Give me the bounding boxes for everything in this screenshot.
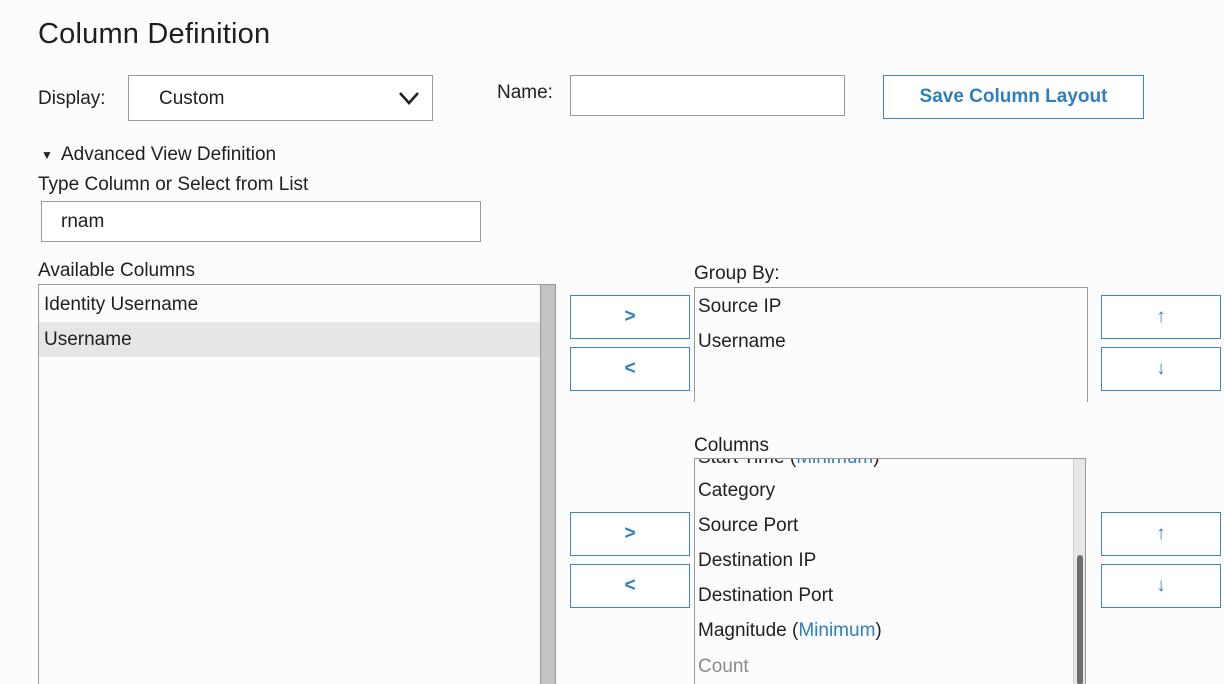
add-to-group-by-button[interactable]: > <box>570 295 690 339</box>
list-item[interactable]: Category <box>695 473 775 508</box>
available-scrollbar[interactable] <box>540 285 555 684</box>
list-item[interactable]: Username <box>695 324 786 359</box>
available-columns-list[interactable]: Identity Username Username <box>38 284 556 684</box>
list-item[interactable]: Username <box>39 322 542 357</box>
list-item[interactable]: Identity Username <box>39 287 542 322</box>
columns-list[interactable]: Start Time (Minimum) Category Source Por… <box>694 458 1086 684</box>
save-column-layout-button[interactable]: Save Column Layout <box>883 75 1144 119</box>
page-title: Column Definition <box>38 18 271 50</box>
expand-triangle-icon[interactable]: ▼ <box>41 148 53 162</box>
display-label: Display: <box>38 88 106 109</box>
list-item[interactable]: Source Port <box>695 508 798 543</box>
remove-from-columns-button[interactable]: < <box>570 564 690 608</box>
aggregate-link[interactable]: Minimum <box>796 459 873 468</box>
column-search-value: rnam <box>61 211 105 232</box>
group-by-move-up-button[interactable]: ↑ <box>1101 295 1221 339</box>
column-name: Magnitude <box>698 620 787 641</box>
column-search-input[interactable]: rnam <box>41 201 481 242</box>
group-by-move-down-button[interactable]: ↓ <box>1101 347 1221 391</box>
available-columns-label: Available Columns <box>38 260 196 281</box>
search-label: Type Column or Select from List <box>38 174 309 195</box>
list-item[interactable]: Destination Port <box>695 578 833 613</box>
list-item[interactable]: Source IP <box>695 289 781 324</box>
list-item[interactable]: Magnitude (Minimum) <box>695 613 882 648</box>
name-label: Name: <box>497 82 553 103</box>
aggregate-link[interactable]: Minimum <box>798 620 875 641</box>
column-name: Start Time <box>698 459 785 468</box>
advanced-view-toggle[interactable]: Advanced View Definition <box>61 144 276 166</box>
group-by-list[interactable]: Source IP Username <box>694 287 1088 402</box>
add-to-columns-button[interactable]: > <box>570 512 690 556</box>
list-item[interactable]: Count <box>695 649 749 684</box>
columns-move-down-button[interactable]: ↓ <box>1101 564 1221 608</box>
display-select[interactable]: Custom <box>128 75 433 121</box>
display-select-value: Custom <box>159 88 225 109</box>
group-by-label: Group By: <box>694 263 780 284</box>
remove-from-group-by-button[interactable]: < <box>570 347 690 391</box>
columns-label: Columns <box>694 435 769 456</box>
columns-move-up-button[interactable]: ↑ <box>1101 512 1221 556</box>
chevron-down-icon <box>399 92 419 105</box>
name-input[interactable] <box>570 75 845 116</box>
column-definition-page: Column Definition Display: Custom Name: … <box>0 0 1224 684</box>
columns-scrollbar-thumb[interactable] <box>1077 555 1083 684</box>
list-item[interactable]: Destination IP <box>695 543 816 578</box>
